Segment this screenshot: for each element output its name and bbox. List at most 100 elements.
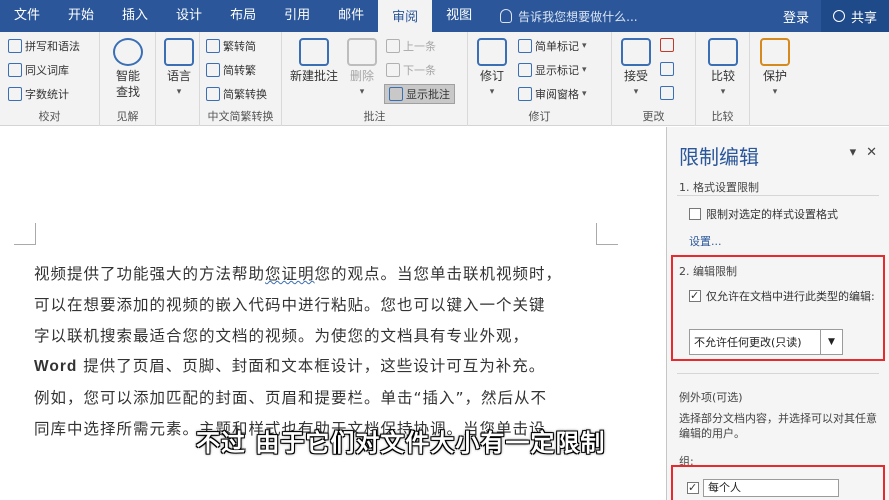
tab-4[interactable]: 布局 — [216, 0, 270, 32]
chinese-convert-button[interactable]: 简繁转换 — [206, 86, 267, 102]
document-line: 字以联机搜索最适合您的文档的视频。为使您的文档具有专业外观， — [34, 321, 614, 352]
thesaurus-button[interactable]: 同义词库 — [8, 62, 69, 78]
lightbulb-icon — [500, 9, 513, 23]
word-count-button[interactable]: 字数统计 — [8, 86, 69, 102]
document-paragraph[interactable]: 视频提供了功能强大的方法帮助您证明您的观点。当您单击联机视频时， 可以在想要添加的… — [34, 259, 614, 445]
track-changes-icon — [477, 38, 507, 66]
simple-markup-dropdown[interactable]: 简单标记 ▾ — [518, 38, 587, 54]
document-line: Word 提供了页眉、页脚、封面和文本框设计，这些设计可互为补充。 — [34, 351, 614, 383]
group-tracking: 修订 ▾ 简单标记 ▾ 显示标记 ▾ 审阅窗格 ▾ 修订 — [468, 32, 612, 126]
accept-button[interactable]: 接受 ▾ — [618, 38, 654, 100]
chevron-down-icon: ▾ — [489, 87, 495, 97]
protect-button[interactable]: 保护 ▾ — [756, 38, 794, 100]
video-subtitle: 不过 由于它们对文件大小有一定限制 — [196, 429, 606, 457]
divider — [677, 373, 879, 374]
share-button[interactable]: 共享 — [820, 0, 889, 32]
spelling-grammar-button[interactable]: 拼写和语法 — [8, 38, 80, 54]
comment-delete-icon — [347, 38, 377, 66]
everyone-group-entry[interactable]: 每个人 — [703, 479, 839, 497]
lock-document-icon — [760, 38, 790, 66]
show-comments-button[interactable]: 显示批注 — [384, 84, 455, 104]
next-change-icon — [660, 86, 674, 100]
tab-7[interactable]: 审阅 — [378, 0, 433, 32]
previous-change-button[interactable] — [660, 62, 674, 76]
next-change-button[interactable] — [660, 86, 674, 100]
group-label-comments: 批注 — [363, 110, 386, 123]
tab-8[interactable]: 视图 — [432, 0, 486, 32]
group-label-compare: 比较 — [711, 110, 734, 123]
reject-button[interactable] — [660, 38, 674, 52]
previous-comment-button[interactable]: 上一条 — [386, 38, 436, 54]
line-segment: 可以在想要添加的视频的嵌入代码中进行粘贴。您也可以键入一个关键 — [34, 295, 546, 314]
show-markup-dropdown[interactable]: 显示标记 ▾ — [518, 62, 587, 78]
tab-2[interactable]: 插入 — [108, 0, 162, 32]
checkbox-checked-icon — [689, 288, 701, 303]
line-segment: 视频提供了功能强大的方法帮助 — [34, 265, 266, 283]
tell-me-text: 告诉我您想要做什么... — [518, 9, 638, 24]
line-segment: 您的观点。当您单击联机视频时， — [314, 265, 563, 283]
tab-3[interactable]: 设计 — [162, 0, 216, 32]
group-label-chinese: 中文简繁转换 — [207, 110, 274, 123]
prev-comment-icon — [386, 39, 400, 53]
accept-check-icon — [621, 38, 651, 66]
line-segment: 提供了页眉、页脚、封面和文本框设计，这些设计可互为补充。 — [77, 357, 546, 376]
comment-add-icon — [299, 38, 329, 66]
tab-0[interactable]: 文件 — [0, 0, 54, 32]
simp-trad-icon — [206, 63, 220, 77]
restrict-editing-pane: 限制编辑 ▾ ✕ 1. 格式设置限制 限制对选定的样式设置格式 设置... 2.… — [666, 127, 889, 500]
group-label-proofing: 校对 — [38, 110, 61, 123]
checkbox-icon — [689, 208, 701, 220]
checkbox-checked-icon — [687, 480, 699, 495]
markup-icon — [518, 39, 532, 53]
line-segment: Word — [34, 358, 78, 376]
pane-options-chevron-icon[interactable]: ▾ — [850, 145, 857, 160]
trad-to-simp-button[interactable]: 繁转简 — [206, 38, 256, 54]
editing-restriction-checkbox[interactable]: 仅允许在文档中进行此类型的编辑: — [689, 288, 879, 304]
chevron-down-icon: ▾ — [176, 87, 182, 97]
everyone-checkbox[interactable] — [687, 480, 699, 495]
close-icon[interactable]: ✕ — [866, 145, 877, 160]
trad-simp-icon — [206, 39, 220, 53]
tell-me-box[interactable]: 告诉我您想要做什么... — [500, 8, 638, 25]
group-comments: 新建批注 删除 ▾ 上一条 下一条 显示批注 批注 — [282, 32, 468, 126]
previous-change-icon — [660, 62, 674, 76]
compare-icon — [708, 38, 738, 66]
next-comment-button[interactable]: 下一条 — [386, 62, 436, 78]
format-restriction-checkbox[interactable]: 限制对选定的样式设置格式 — [689, 207, 838, 222]
login-button[interactable]: 登录 — [771, 7, 821, 26]
abc-check-icon — [8, 39, 22, 53]
group-chinese-conversion: 繁转简 简转繁 简繁转换 中文简繁转换 — [200, 32, 282, 126]
next-comment-icon — [386, 63, 400, 77]
reviewing-pane-dropdown[interactable]: 审阅窗格 ▾ — [518, 86, 587, 102]
chevron-down-icon: ▾ — [582, 41, 587, 51]
simp-to-trad-button[interactable]: 简转繁 — [206, 62, 256, 78]
reject-icon — [660, 38, 674, 52]
group-changes: 接受 ▾ 更改 — [612, 32, 696, 126]
divider — [677, 195, 879, 196]
document-line: 可以在想要添加的视频的嵌入代码中进行粘贴。您也可以键入一个关键 — [34, 290, 614, 321]
group-proofing: 拼写和语法 同义词库 字数统计 校对 — [0, 32, 100, 126]
pane-title: 限制编辑 — [679, 145, 759, 169]
smart-lookup-button[interactable]: 智能 查找 — [108, 38, 148, 100]
chevron-down-icon: ▼ — [820, 330, 842, 354]
ribbon-tabs: 文件 开始 插入 设计 布局 引用 邮件 审阅 视图 — [0, 0, 486, 32]
group-compare: 比较 ▾ 比较 — [696, 32, 750, 126]
group-language: 语言 ▾ — [156, 32, 200, 126]
tab-5[interactable]: 引用 — [270, 0, 324, 32]
tab-6[interactable]: 邮件 — [324, 0, 378, 32]
delete-comment-button[interactable]: 删除 ▾ — [342, 38, 382, 100]
chevron-down-icon: ▾ — [582, 89, 587, 99]
section2-title: 2. 编辑限制 — [679, 265, 737, 278]
new-comment-button[interactable]: 新建批注 — [286, 38, 342, 84]
share-label: 共享 — [850, 10, 877, 26]
settings-link[interactable]: 设置... — [689, 233, 722, 249]
person-icon — [832, 10, 845, 22]
tab-1[interactable]: 开始 — [54, 0, 108, 32]
reviewing-pane-icon — [518, 87, 532, 101]
compare-button[interactable]: 比较 ▾ — [704, 38, 742, 100]
editing-type-select[interactable]: 不允许任何更改(只读) ▼ — [689, 329, 843, 355]
track-changes-button[interactable]: 修订 ▾ — [474, 38, 510, 100]
language-button[interactable]: 语言 ▾ — [162, 38, 196, 100]
convert-icon — [206, 87, 220, 101]
group-label-changes: 更改 — [642, 110, 665, 123]
